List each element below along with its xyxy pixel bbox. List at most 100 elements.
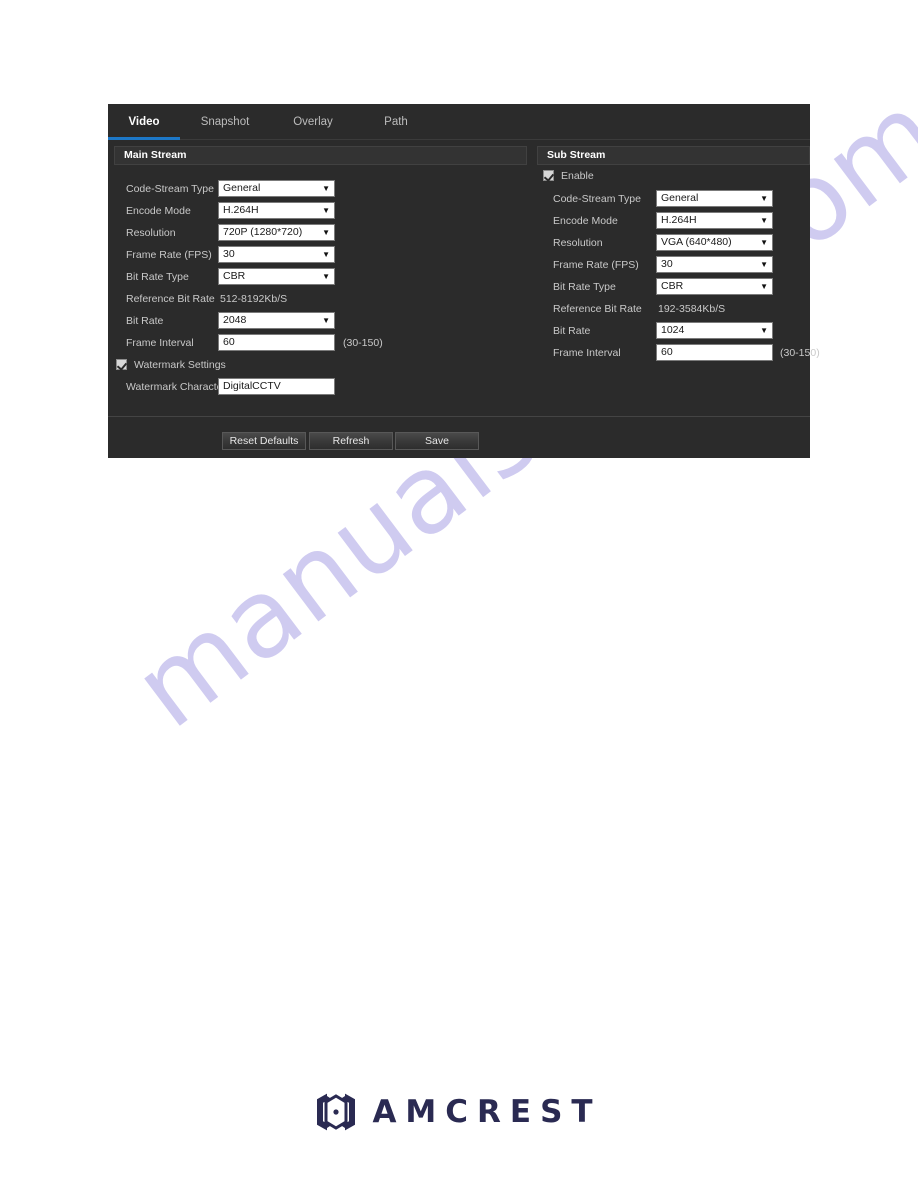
label-sub-resolution: Resolution: [553, 237, 603, 249]
hint-sub-frame-interval: (30-150): [780, 347, 820, 359]
label-main-encode-mode: Encode Mode: [126, 205, 191, 217]
input-watermark-character-value: DigitalCCTV: [223, 380, 281, 392]
settings-content: Main Stream Sub Stream Code-Stream Type …: [108, 140, 820, 458]
select-sub-frame-rate[interactable]: 30 ▼: [656, 256, 773, 273]
tab-overlay[interactable]: Overlay: [278, 108, 348, 140]
select-main-frame-rate-value: 30: [223, 248, 235, 260]
tab-bar: Video Snapshot Overlay Path: [108, 104, 810, 140]
label-main-reference-bit-rate: Reference Bit Rate: [126, 293, 215, 305]
select-main-bit-rate-value: 2048: [223, 314, 247, 326]
label-sub-bit-rate: Bit Rate: [553, 325, 591, 337]
select-main-bit-rate-type[interactable]: CBR ▼: [218, 268, 335, 285]
tab-path[interactable]: Path: [370, 108, 422, 140]
chevron-down-icon: ▼: [760, 238, 768, 247]
input-main-frame-interval[interactable]: 60: [218, 334, 335, 351]
label-main-frame-interval: Frame Interval: [126, 337, 194, 349]
select-sub-bit-rate[interactable]: 1024 ▼: [656, 322, 773, 339]
label-main-code-stream-type: Code-Stream Type: [126, 183, 214, 195]
chevron-down-icon: ▼: [760, 216, 768, 225]
footer-divider: [108, 416, 810, 417]
select-main-resolution[interactable]: 720P (1280*720) ▼: [218, 224, 335, 241]
row-sub-code-stream-type: Code-Stream Type General ▼: [533, 190, 810, 208]
select-sub-code-stream-type-value: General: [661, 192, 699, 204]
amcrest-wordmark: AMCREST: [372, 1093, 602, 1130]
sub-stream-section-header: Sub Stream: [537, 146, 810, 165]
save-button[interactable]: Save: [395, 432, 479, 450]
page-root: manualshive.com Video Snapshot Overlay P…: [0, 0, 918, 1188]
row-sub-encode-mode: Encode Mode H.264H ▼: [533, 212, 810, 230]
row-main-encode-mode: Encode Mode H.264H ▼: [108, 202, 533, 220]
row-sub-frame-rate: Frame Rate (FPS) 30 ▼: [533, 256, 810, 274]
row-main-resolution: Resolution 720P (1280*720) ▼: [108, 224, 533, 242]
checkbox-watermark-settings[interactable]: [116, 359, 127, 370]
row-main-bit-rate-type: Bit Rate Type CBR ▼: [108, 268, 533, 286]
main-stream-section-header: Main Stream: [114, 146, 527, 165]
label-sub-encode-mode: Encode Mode: [553, 215, 618, 227]
chevron-down-icon: ▼: [322, 184, 330, 193]
select-sub-bit-rate-value: 1024: [661, 324, 685, 336]
row-main-watermark-character: Watermark Character DigitalCCTV: [108, 378, 533, 396]
input-sub-frame-interval-value: 60: [661, 346, 673, 358]
value-main-reference-bit-rate: 512-8192Kb/S: [220, 293, 288, 305]
row-main-frame-interval: Frame Interval 60 (30-150): [108, 334, 533, 352]
value-sub-reference-bit-rate: 192-3584Kb/S: [658, 303, 726, 315]
hint-main-frame-interval: (30-150): [343, 337, 383, 349]
row-sub-bit-rate: Bit Rate 1024 ▼: [533, 322, 810, 340]
reset-defaults-button[interactable]: Reset Defaults: [222, 432, 306, 450]
select-sub-encode-mode[interactable]: H.264H ▼: [656, 212, 773, 229]
label-sub-bit-rate-type: Bit Rate Type: [553, 281, 616, 293]
label-sub-frame-interval: Frame Interval: [553, 347, 621, 359]
select-main-frame-rate[interactable]: 30 ▼: [218, 246, 335, 263]
select-sub-encode-mode-value: H.264H: [661, 214, 697, 226]
label-sub-frame-rate: Frame Rate (FPS): [553, 259, 639, 271]
input-main-frame-interval-value: 60: [223, 336, 235, 348]
select-main-code-stream-type-value: General: [223, 182, 261, 194]
row-sub-bit-rate-type: Bit Rate Type CBR ▼: [533, 278, 810, 296]
row-main-reference-bit-rate: Reference Bit Rate 512-8192Kb/S: [108, 290, 533, 308]
label-main-bit-rate: Bit Rate: [126, 315, 164, 327]
label-main-resolution: Resolution: [126, 227, 176, 239]
chevron-down-icon: ▼: [760, 282, 768, 291]
chevron-down-icon: ▼: [760, 326, 768, 335]
select-main-code-stream-type[interactable]: General ▼: [218, 180, 335, 197]
input-sub-frame-interval[interactable]: 60: [656, 344, 773, 361]
checkbox-sub-enable[interactable]: [543, 170, 554, 181]
select-sub-frame-rate-value: 30: [661, 258, 673, 270]
select-sub-bit-rate-type[interactable]: CBR ▼: [656, 278, 773, 295]
checkbox-row-sub-enable[interactable]: Enable: [543, 168, 703, 184]
refresh-button[interactable]: Refresh: [309, 432, 393, 450]
brand-footer: AMCREST: [0, 1090, 918, 1134]
label-main-frame-rate: Frame Rate (FPS): [126, 249, 212, 261]
chevron-down-icon: ▼: [760, 260, 768, 269]
select-sub-resolution-value: VGA (640*480): [661, 236, 732, 248]
checkbox-row-watermark-settings[interactable]: Watermark Settings: [116, 357, 316, 373]
input-watermark-character[interactable]: DigitalCCTV: [218, 378, 335, 395]
label-sub-reference-bit-rate: Reference Bit Rate: [553, 303, 642, 315]
select-sub-code-stream-type[interactable]: General ▼: [656, 190, 773, 207]
row-main-bit-rate: Bit Rate 2048 ▼: [108, 312, 533, 330]
select-sub-resolution[interactable]: VGA (640*480) ▼: [656, 234, 773, 251]
select-main-bit-rate-type-value: CBR: [223, 270, 246, 282]
chevron-down-icon: ▼: [322, 272, 330, 281]
select-main-resolution-value: 720P (1280*720): [223, 226, 303, 238]
row-main-code-stream-type: Code-Stream Type General ▼: [108, 180, 533, 198]
tab-video[interactable]: Video: [108, 108, 180, 140]
select-main-encode-mode[interactable]: H.264H ▼: [218, 202, 335, 219]
row-sub-resolution: Resolution VGA (640*480) ▼: [533, 234, 810, 252]
row-sub-reference-bit-rate: Reference Bit Rate 192-3584Kb/S: [533, 300, 810, 318]
chevron-down-icon: ▼: [760, 194, 768, 203]
label-sub-enable: Enable: [561, 170, 594, 182]
select-sub-bit-rate-type-value: CBR: [661, 280, 684, 292]
chevron-down-icon: ▼: [322, 206, 330, 215]
chevron-down-icon: ▼: [322, 250, 330, 259]
select-main-encode-mode-value: H.264H: [223, 204, 259, 216]
video-settings-panel: Video Snapshot Overlay Path Main Stream …: [108, 104, 820, 458]
label-watermark-settings: Watermark Settings: [134, 359, 226, 371]
label-watermark-character: Watermark Character: [126, 381, 226, 393]
label-main-bit-rate-type: Bit Rate Type: [126, 271, 189, 283]
select-main-bit-rate[interactable]: 2048 ▼: [218, 312, 335, 329]
amcrest-hexagon-logo-icon: [317, 1090, 356, 1134]
tab-snapshot[interactable]: Snapshot: [186, 108, 264, 140]
label-sub-code-stream-type: Code-Stream Type: [553, 193, 641, 205]
row-main-frame-rate: Frame Rate (FPS) 30 ▼: [108, 246, 533, 264]
